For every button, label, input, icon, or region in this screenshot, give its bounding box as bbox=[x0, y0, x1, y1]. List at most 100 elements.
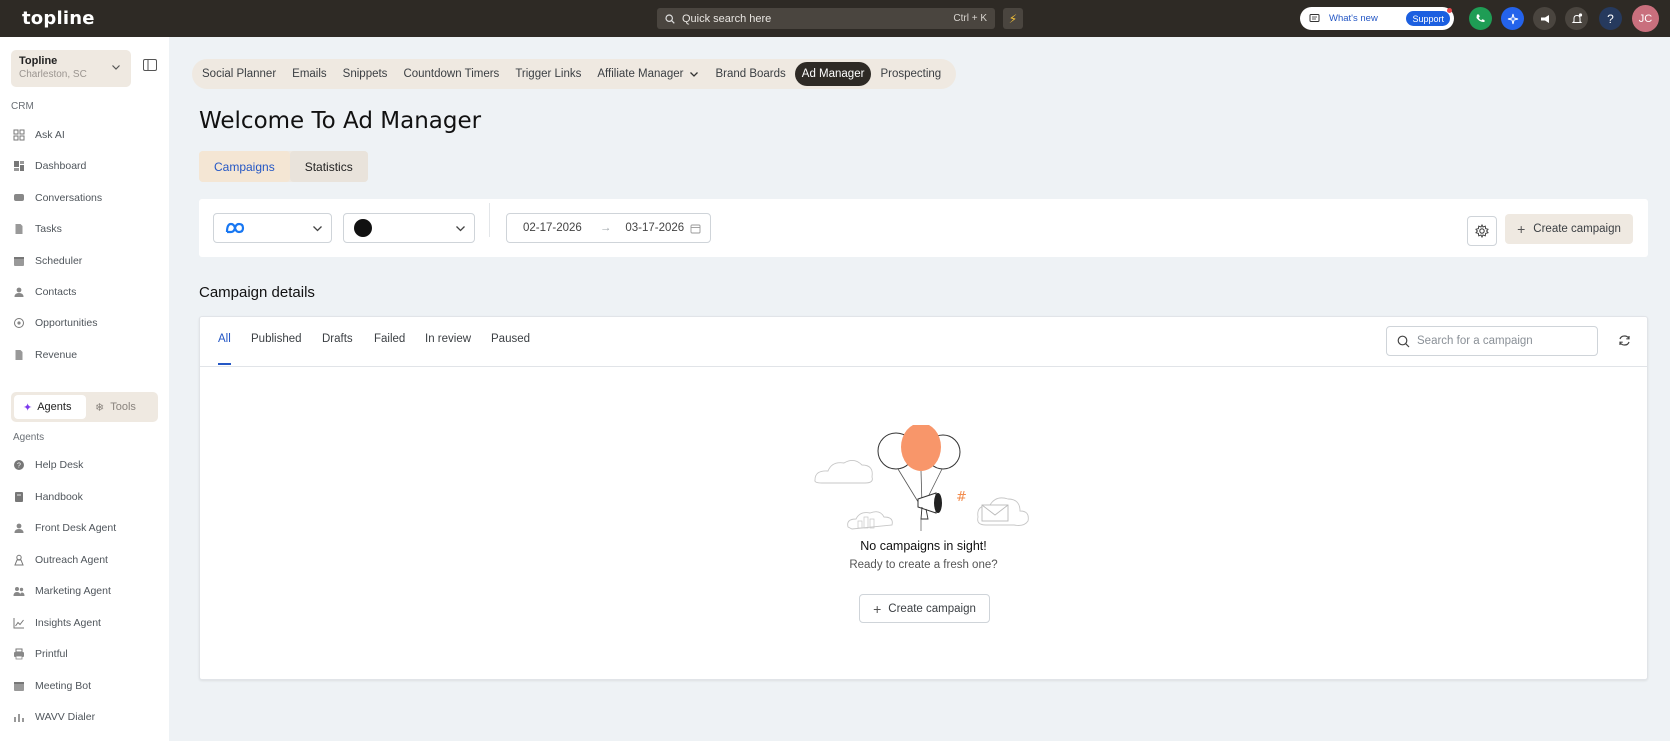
tab-affiliate-manager[interactable]: Affiliate Manager bbox=[590, 62, 706, 86]
sidebar-agent-outreach-agent[interactable]: Outreach Agent bbox=[13, 554, 108, 566]
sidebar-item-opportunities[interactable]: Opportunities bbox=[13, 317, 97, 329]
date-end: 03-17-2026 bbox=[625, 222, 685, 234]
chevron-down-icon bbox=[313, 226, 322, 232]
tab-trigger-links[interactable]: Trigger Links bbox=[508, 62, 588, 86]
refresh-icon[interactable] bbox=[1618, 334, 1631, 347]
sidebar-item-ask-ai[interactable]: Ask AI bbox=[13, 129, 65, 141]
user-avatar[interactable]: JC bbox=[1632, 5, 1659, 32]
top-bar: topline Quick search here Ctrl + K ⚡ Wha… bbox=[0, 0, 1670, 37]
notification-dot bbox=[1447, 8, 1452, 13]
sidebar-agent-marketing-agent[interactable]: Marketing Agent bbox=[13, 585, 111, 597]
sparkle-icon[interactable] bbox=[1501, 7, 1524, 30]
sidebar-agent-label: WAVV Dialer bbox=[35, 711, 96, 723]
campaign-table-card: All Published Drafts Failed In review Pa… bbox=[199, 316, 1648, 680]
tab-ad-manager[interactable]: Ad Manager bbox=[794, 62, 872, 86]
sidebar: Topline Charleston, SC CRM Ask AI Dashboa… bbox=[0, 37, 169, 741]
sidebar-item-label: Conversations bbox=[35, 191, 103, 204]
date-range-picker[interactable]: 02-17-2026 → 03-17-2026 bbox=[506, 213, 711, 243]
sidebar-item-scheduler[interactable]: Scheduler bbox=[13, 255, 82, 267]
target-icon bbox=[14, 318, 24, 329]
sidebar-agent-meeting-bot[interactable]: Meeting Bot bbox=[13, 680, 91, 692]
chat-icon bbox=[14, 193, 24, 201]
svg-text:?: ? bbox=[17, 463, 21, 470]
status-tab-drafts[interactable]: Drafts bbox=[322, 333, 353, 345]
sidebar-item-conversations[interactable]: Conversations bbox=[13, 192, 102, 204]
sidebar-item-revenue[interactable]: Revenue bbox=[13, 349, 77, 361]
sidebar-agent-help-desk[interactable]: ? Help Desk bbox=[13, 459, 83, 471]
ad-account-select[interactable] bbox=[343, 213, 475, 243]
tab-label: Trigger Links bbox=[515, 68, 582, 80]
sidebar-item-contacts[interactable]: Contacts bbox=[13, 286, 76, 298]
tab-campaigns[interactable]: Campaigns bbox=[199, 151, 290, 182]
search-icon bbox=[1397, 335, 1410, 347]
tab-brand-boards[interactable]: Brand Boards bbox=[708, 62, 792, 86]
lightning-icon[interactable]: ⚡ bbox=[1003, 8, 1023, 29]
sidebar-agent-front-desk-agent[interactable]: Front Desk Agent bbox=[13, 522, 116, 534]
sidebar-collapse-icon[interactable] bbox=[143, 59, 157, 71]
tools-segment[interactable]: ❄ Tools bbox=[86, 395, 145, 419]
sidebar-agent-label: Insights Agent bbox=[35, 616, 101, 629]
calendar-icon bbox=[690, 224, 701, 233]
meta-icon bbox=[225, 222, 245, 234]
empty-state-subtitle: Ready to create a fresh one? bbox=[849, 559, 998, 571]
tab-emails[interactable]: Emails bbox=[285, 62, 334, 86]
person-icon bbox=[14, 287, 24, 297]
help-icon[interactable]: ? bbox=[1599, 7, 1622, 30]
calendar-icon bbox=[14, 681, 24, 691]
app-logo[interactable]: topline bbox=[22, 8, 95, 29]
sidebar-item-label: Ask AI bbox=[35, 129, 65, 141]
book-icon bbox=[15, 491, 23, 502]
person-icon bbox=[14, 523, 24, 533]
tab-social-planner[interactable]: Social Planner bbox=[195, 62, 283, 86]
sidebar-item-label: Opportunities bbox=[35, 317, 98, 330]
status-tab-in-review[interactable]: In review bbox=[425, 333, 471, 345]
tab-label: Ad Manager bbox=[801, 68, 865, 80]
sidebar-agent-printful[interactable]: Printful bbox=[13, 648, 68, 660]
whats-new-label: What's new bbox=[1329, 13, 1378, 24]
status-tab-all[interactable]: All bbox=[218, 333, 231, 345]
quick-search[interactable]: Quick search here Ctrl + K bbox=[657, 8, 995, 29]
settings-button[interactable] bbox=[1467, 216, 1497, 246]
platform-select[interactable] bbox=[213, 213, 332, 243]
location-switcher[interactable]: Topline Charleston, SC bbox=[11, 50, 131, 87]
megaphone-icon[interactable] bbox=[1533, 7, 1556, 30]
status-tab-paused[interactable]: Paused bbox=[491, 333, 530, 345]
help-icon: ? bbox=[14, 460, 24, 470]
printer-icon bbox=[14, 648, 24, 660]
agents-segment[interactable]: ✦ Agents bbox=[14, 395, 86, 419]
section-title: Campaign details bbox=[199, 284, 315, 301]
sidebar-agent-wavv-dialer[interactable]: WAVV Dialer bbox=[13, 711, 95, 723]
people-icon bbox=[13, 587, 25, 596]
announcement-icon bbox=[1309, 14, 1320, 22]
tab-prospecting[interactable]: Prospecting bbox=[873, 62, 948, 86]
create-campaign-button[interactable]: + Create campaign bbox=[1505, 214, 1633, 244]
bell-icon[interactable] bbox=[1565, 7, 1588, 30]
tab-countdown-timers[interactable]: Countdown Timers bbox=[396, 62, 506, 86]
status-tabs: All Published Drafts Failed In review Pa… bbox=[200, 317, 1647, 367]
account-avatar bbox=[354, 219, 372, 237]
sidebar-item-dashboard[interactable]: Dashboard bbox=[13, 160, 86, 172]
tab-snippets[interactable]: Snippets bbox=[336, 62, 395, 86]
empty-create-campaign-button[interactable]: + Create campaign bbox=[859, 594, 990, 623]
status-tab-failed[interactable]: Failed bbox=[374, 333, 405, 345]
tab-label: Brand Boards bbox=[715, 68, 786, 80]
sidebar-agent-insights-agent[interactable]: Insights Agent bbox=[13, 617, 101, 629]
sidebar-agent-label: Meeting Bot bbox=[35, 679, 92, 692]
status-tab-published[interactable]: Published bbox=[251, 333, 302, 345]
crm-section-label: CRM bbox=[11, 101, 34, 112]
sidebar-item-label: Tasks bbox=[35, 223, 62, 236]
sidebar-agent-label: Outreach Agent bbox=[35, 553, 108, 566]
tab-statistics[interactable]: Statistics bbox=[289, 151, 368, 182]
campaign-search-input[interactable]: Search for a campaign bbox=[1386, 326, 1598, 356]
support-button[interactable]: Support bbox=[1406, 11, 1450, 26]
tab-label: Snippets bbox=[342, 68, 388, 80]
sidebar-item-tasks[interactable]: Tasks bbox=[13, 223, 62, 235]
sidebar-item-label: Scheduler bbox=[35, 254, 83, 267]
phone-icon[interactable] bbox=[1469, 7, 1492, 30]
dialer-icon bbox=[14, 714, 24, 722]
sidebar-agent-handbook[interactable]: Handbook bbox=[13, 491, 83, 503]
chevron-down-icon bbox=[112, 65, 120, 70]
whats-new-button[interactable]: What's new Support bbox=[1300, 7, 1454, 30]
active-tab-indicator bbox=[218, 363, 231, 365]
chart-icon bbox=[13, 617, 24, 628]
